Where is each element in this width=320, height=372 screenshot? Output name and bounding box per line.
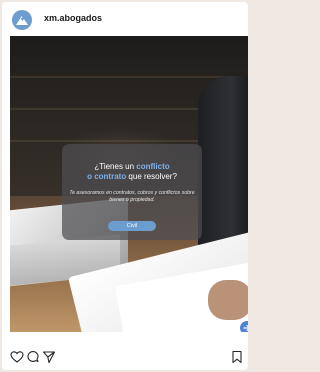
comment-icon[interactable]: [26, 350, 40, 364]
send-icon[interactable]: [42, 350, 56, 364]
avatar[interactable]: [12, 10, 32, 30]
post-actions: [2, 346, 248, 370]
heart-icon[interactable]: [10, 350, 24, 364]
mountain-logo-icon: [16, 16, 28, 25]
headline-highlight-2: o contrato: [87, 172, 127, 181]
post-header: xm.abogados: [2, 2, 248, 38]
post-card: xm.abogados ¿Tienes un conflicto o contr…: [2, 2, 248, 370]
headline-highlight: conflicto: [136, 162, 170, 171]
shelf-line: [10, 76, 248, 78]
carousel-next-button[interactable]: [240, 321, 248, 332]
account-name[interactable]: xm.abogados: [44, 13, 102, 23]
headline-pre: ¿Tienes un: [94, 162, 137, 171]
bookmark-icon[interactable]: [230, 350, 244, 364]
hand: [208, 280, 248, 320]
chevron-right-icon: [243, 324, 248, 332]
headline-post: que resolver?: [126, 172, 177, 181]
subtext: Te asesoramos en contratos, cobros y con…: [69, 190, 195, 203]
headline: ¿Tienes un conflicto o contrato que reso…: [62, 162, 202, 182]
category-pill: Civil: [108, 221, 156, 231]
promo-overlay: ¿Tienes un conflicto o contrato que reso…: [62, 144, 202, 240]
post-image[interactable]: ¿Tienes un conflicto o contrato que reso…: [10, 36, 248, 332]
